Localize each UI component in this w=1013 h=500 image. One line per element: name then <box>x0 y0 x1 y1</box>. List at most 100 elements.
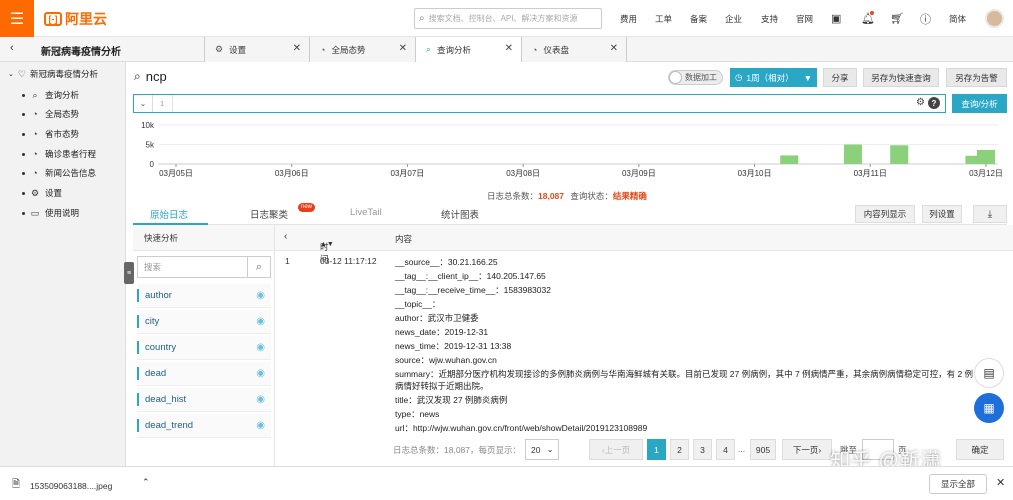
avatar[interactable] <box>985 9 1004 28</box>
log-field-line[interactable]: news_time：2019-12-31 13:38 <box>395 340 511 352</box>
nav-enterprise[interactable]: 企业 <box>725 0 742 37</box>
log-field-line[interactable]: __tag__:__receive_time__：1583983032 <box>395 284 551 296</box>
tab-settings[interactable]: ⚙ 设置 ✕ <box>204 37 309 62</box>
close-icon[interactable]: ✕ <box>399 43 407 54</box>
data-processing-toggle[interactable]: 数据加工 <box>668 70 723 85</box>
field-item[interactable]: city ◉ <box>137 310 271 334</box>
bell-icon[interactable]: 🔔︎ <box>861 0 875 37</box>
eye-icon[interactable]: ◉ <box>256 290 265 301</box>
chevron-up-icon[interactable]: ⌃ <box>142 477 150 488</box>
download-item[interactable]: 🗎 1535090631​88....jpeg <box>12 477 112 494</box>
log-field-line[interactable]: type：news <box>395 408 439 420</box>
page-button[interactable]: 3 <box>693 439 712 460</box>
field-item[interactable]: dead ◉ <box>137 362 271 386</box>
page-button[interactable]: 4 <box>716 439 735 460</box>
sidebar-item-query[interactable]: ⌕ 查询分析 <box>22 89 79 101</box>
nav-icp[interactable]: 备案 <box>690 0 707 37</box>
chevron-down-icon: ⌄ <box>8 71 14 78</box>
tab-global-overview[interactable]: ◔ 全局态势 ✕ <box>309 37 415 62</box>
tab-livetail[interactable]: LiveTail <box>350 207 382 218</box>
tab-query-analysis[interactable]: ⌕ 查询分析 ✕ <box>415 37 521 62</box>
log-field-line[interactable]: __topic__： <box>395 298 440 310</box>
save-alert-button[interactable]: 另存为告警 <box>946 68 1007 87</box>
page-button[interactable]: 1 <box>647 439 666 460</box>
query-submit-button[interactable]: 查询/分析 <box>952 94 1007 113</box>
save-search-button[interactable]: 另存为快速查询 <box>863 68 939 87</box>
log-field-line[interactable]: __source__：30.21.166.25 <box>395 256 498 268</box>
cart-icon[interactable]: 🛒︎ <box>890 0 904 37</box>
apps-icon[interactable]: ▦ <box>974 393 1004 423</box>
log-field-line[interactable]: summary：近期部分医疗机构发现接诊的多例肺炎病例与华南海鲜城有关联。目前已… <box>395 368 980 392</box>
page-size-select[interactable]: 20 ⌄ <box>525 439 559 460</box>
content-column-button[interactable]: 内容列显示 <box>855 205 915 223</box>
close-icon[interactable]: ✕ <box>293 43 301 54</box>
search-icon[interactable]: ⌕ <box>247 257 270 277</box>
field-item[interactable]: dead_trend ◉ <box>137 414 271 438</box>
query-input[interactable]: ⌄ 1 ⚙ ? <box>133 94 946 113</box>
log-field-line[interactable]: __tag__:__client_ip__：140.205.147.65 <box>395 270 546 282</box>
next-page-button[interactable]: 下一页 › <box>782 439 832 460</box>
sidebar-item-guide[interactable]: ▭ 使用说明 <box>22 207 79 219</box>
chat-icon[interactable]: ▤ <box>974 358 1004 388</box>
goto-confirm-button[interactable]: 确定 <box>956 439 1004 460</box>
field-item[interactable]: author ◉ <box>137 284 271 308</box>
dashboard-icon: ◔ <box>32 168 38 178</box>
tab-log-cluster[interactable]: 日志聚类 new <box>250 203 316 221</box>
page-button[interactable]: 2 <box>670 439 689 460</box>
histogram-bar[interactable] <box>843 144 862 165</box>
global-search-input[interactable]: ⌕ 搜索文档、控制台、API、解决方案和资源 <box>414 8 602 29</box>
nav-tickets[interactable]: 工单 <box>655 0 672 37</box>
download-icon[interactable]: ⤓ <box>973 205 1007 223</box>
eye-icon[interactable]: ◉ <box>256 342 265 353</box>
close-icon[interactable]: ✕ <box>610 43 618 54</box>
log-field-line[interactable]: url：http://wjw.wuhan.gov.cn/front/web/sh… <box>395 422 647 434</box>
close-icon[interactable]: ✕ <box>996 476 1005 489</box>
sidebar-item-province[interactable]: ◔ 省市态势 <box>22 128 79 140</box>
histogram-bar[interactable] <box>977 149 995 164</box>
nav-support[interactable]: 支持 <box>761 0 778 37</box>
page-button[interactable]: 905 <box>750 439 776 460</box>
show-all-button[interactable]: 显示全部 <box>929 474 987 494</box>
log-histogram[interactable]: 10k 5k 0 03月05日 03月06日 03月07日 03月08日 03月09日 03月1… <box>126 117 1013 185</box>
tab-raw-logs[interactable]: 原始日志 <box>150 207 188 221</box>
eye-icon[interactable]: ◉ <box>256 316 265 327</box>
menu-icon[interactable]: ☰ <box>0 0 34 37</box>
field-item[interactable]: country ◉ <box>137 336 271 360</box>
column-settings-button[interactable]: 列设置 <box>922 205 962 223</box>
nav-fees[interactable]: 费用 <box>620 0 637 37</box>
language-switch[interactable]: 简体 <box>949 0 966 37</box>
eye-icon[interactable]: ◉ <box>256 420 265 431</box>
help-icon[interactable]: ? <box>928 97 940 109</box>
nav-official[interactable]: 官网 <box>796 0 813 37</box>
chevron-down-icon[interactable]: ⌄ <box>134 95 153 112</box>
tab-charts[interactable]: 统计图表 <box>441 207 479 221</box>
histogram-bar[interactable] <box>780 155 799 164</box>
time-range-picker[interactable]: ◷ 1周（相对） ▼ <box>730 68 817 87</box>
help-icon[interactable]: ⓘ <box>920 0 931 37</box>
close-icon[interactable]: ✕ <box>505 43 513 54</box>
sidebar-item-global[interactable]: ◔ 全局态势 <box>22 108 79 120</box>
aliyun-logo[interactable]: [-] 阿里云 <box>44 9 107 29</box>
log-field-line[interactable]: title：武汉发现 27 例肺炎病例 <box>395 394 507 406</box>
field-search-input[interactable]: 搜索 ⌕ <box>137 256 271 278</box>
histogram-bar[interactable] <box>890 145 909 164</box>
sidebar-item-patient-trips[interactable]: ◔ 确诊患者行程 <box>22 148 96 160</box>
log-field-line[interactable]: source：wjw.wuhan.gov.cn <box>395 354 497 366</box>
sidebar-item-settings[interactable]: ⚙ 设置 <box>22 187 62 199</box>
sidebar-item-news[interactable]: ◔ 新闻公告信息 <box>22 167 96 179</box>
log-field-line[interactable]: author：武汉市卫健委 <box>395 312 479 324</box>
monitor-icon[interactable]: ▣ <box>831 0 841 37</box>
collapse-arrow-icon[interactable]: ‹ <box>284 231 287 242</box>
eye-icon[interactable]: ◉ <box>256 394 265 405</box>
field-item[interactable]: dead_hist ◉ <box>137 388 271 412</box>
prev-page-button[interactable]: ‹ 上一页 <box>589 439 643 460</box>
sidebar-project[interactable]: ⌄ ♡ 新冠病毒疫情分析 <box>8 68 98 80</box>
gear-icon[interactable]: ⚙ <box>916 97 925 109</box>
x-tick-label: 03月12日 <box>969 169 1003 178</box>
tab-dashboard[interactable]: ◔ 仪表盘 ✕ <box>521 37 627 62</box>
sidebar-collapse-handle[interactable]: ≡ <box>124 262 134 284</box>
eye-icon[interactable]: ◉ <box>256 368 265 379</box>
log-field-line[interactable]: news_date：2019-12-31 <box>395 326 488 338</box>
share-button[interactable]: 分享 <box>823 68 857 87</box>
back-arrow-icon[interactable]: ‹ <box>10 42 14 54</box>
